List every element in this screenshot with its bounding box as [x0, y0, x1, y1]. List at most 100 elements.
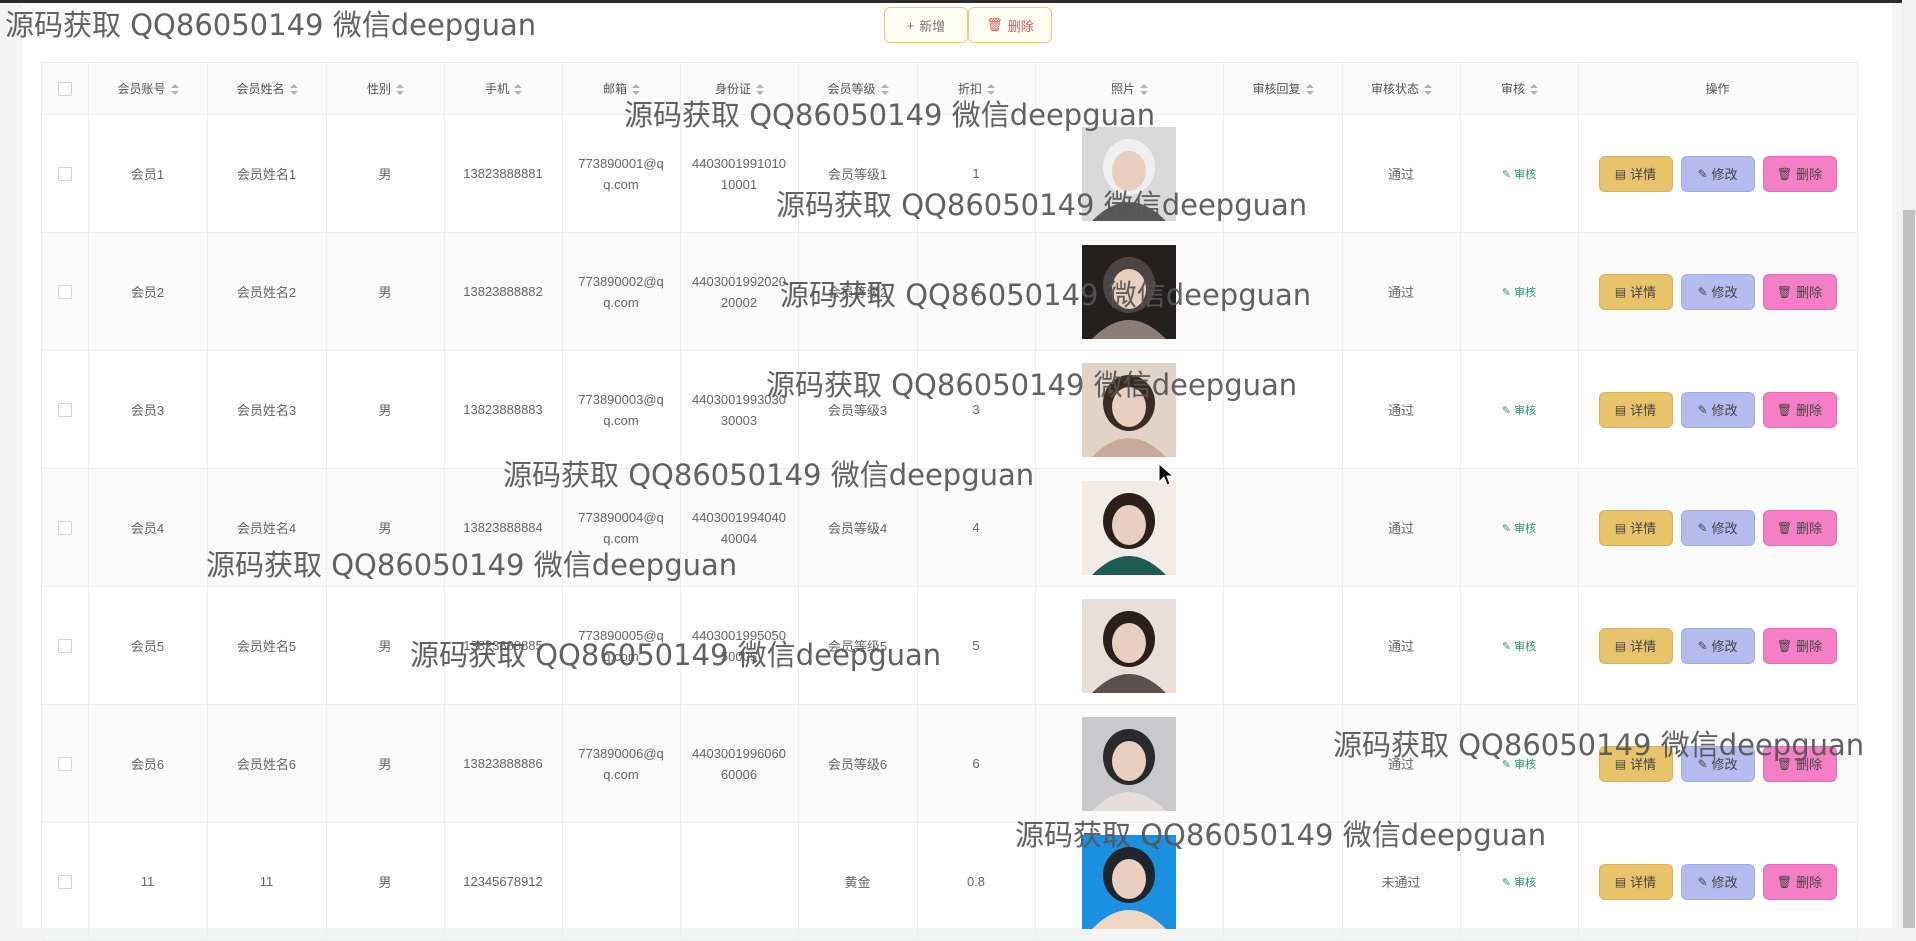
cell-photo: [1035, 350, 1224, 469]
column-header[interactable]: 会员等级: [798, 63, 918, 115]
level-value: 会员等级5: [827, 639, 888, 654]
scrollbar-thumb[interactable]: [1903, 210, 1915, 928]
column-header-label: 性别: [366, 82, 391, 96]
column-header[interactable]: 手机: [444, 63, 563, 115]
sort-caret-icon[interactable]: [1305, 84, 1314, 96]
column-header[interactable]: 会员姓名: [207, 63, 327, 115]
cell-photo: [1035, 822, 1224, 941]
row-checkbox[interactable]: [57, 639, 72, 654]
sort-caret-icon[interactable]: [396, 84, 404, 96]
name-value: 会员姓名5: [236, 639, 297, 654]
column-header-label: 身份证: [714, 82, 751, 96]
edit-button[interactable]: ✎ 修改: [1680, 391, 1755, 428]
delete-button[interactable]: 🗑 删除: [1762, 863, 1837, 900]
delete-button[interactable]: 🗑 删除: [1762, 627, 1837, 664]
sort-caret-icon[interactable]: [632, 84, 640, 96]
member-photo: [1082, 362, 1176, 457]
cell-actions: ▤ 详情 ✎ 修改 🗑 删除: [1578, 822, 1858, 941]
audit-link[interactable]: ✎ 审核: [1502, 641, 1536, 653]
edit-button[interactable]: ✎ 修改: [1680, 863, 1755, 900]
edit-button[interactable]: ✎ 修改: [1680, 155, 1755, 192]
delete-button[interactable]: 🗑 删除: [968, 7, 1052, 43]
cell-discount: 0.8: [917, 822, 1036, 941]
member-photo: [1082, 834, 1176, 929]
column-header[interactable]: 会员账号: [88, 63, 208, 115]
level-value: 黄金: [844, 875, 871, 890]
detail-button[interactable]: ▤ 详情: [1598, 155, 1673, 192]
add-button[interactable]: + 新增: [884, 7, 968, 43]
edit-button[interactable]: ✎ 修改: [1680, 627, 1755, 664]
delete-button-label: 删除: [1796, 403, 1823, 418]
member-photo: [1082, 716, 1176, 811]
cell-actions: ▤ 详情 ✎ 修改 🗑 删除: [1578, 586, 1858, 705]
delete-button[interactable]: 🗑 删除: [1762, 509, 1837, 546]
edit-button[interactable]: ✎ 修改: [1680, 745, 1755, 782]
audit-label: 审核: [1514, 286, 1537, 299]
discount-value: 0.8: [966, 874, 986, 889]
sort-caret-icon[interactable]: [756, 84, 764, 96]
row-checkbox[interactable]: [57, 521, 72, 536]
delete-button[interactable]: 🗑 删除: [1762, 273, 1837, 310]
audit-link[interactable]: ✎ 审核: [1502, 287, 1536, 299]
account-value: 11: [140, 874, 155, 889]
cell-name: 会员姓名5: [207, 586, 327, 705]
member-photo: [1082, 598, 1176, 693]
audit-link[interactable]: ✎ 审核: [1502, 523, 1536, 535]
page-scrollbar[interactable]: [1902, 0, 1916, 928]
column-header[interactable]: 审核: [1460, 63, 1579, 115]
select-all-checkbox[interactable]: [57, 81, 72, 96]
select-all-header[interactable]: [42, 63, 89, 115]
member-photo: [1082, 126, 1176, 221]
sort-caret-icon[interactable]: [289, 84, 298, 96]
row-checkbox[interactable]: [57, 167, 72, 182]
audit-link[interactable]: ✎ 审核: [1502, 877, 1536, 889]
action-buttons: ▤ 详情 ✎ 修改 🗑 删除: [1579, 509, 1857, 546]
delete-button[interactable]: 🗑 删除: [1762, 391, 1837, 428]
detail-button[interactable]: ▤ 详情: [1598, 627, 1673, 664]
detail-button-label: 详情: [1630, 285, 1657, 300]
sort-caret-icon[interactable]: [987, 84, 995, 96]
delete-button[interactable]: 🗑 删除: [1762, 745, 1837, 782]
detail-button[interactable]: ▤ 详情: [1598, 863, 1673, 900]
column-header[interactable]: 身份证: [680, 63, 799, 115]
sort-caret-icon[interactable]: [1530, 84, 1538, 96]
cell-idcard: 440300199303030003: [680, 350, 799, 469]
sort-caret-icon[interactable]: [170, 84, 179, 96]
detail-button[interactable]: ▤ 详情: [1598, 509, 1673, 546]
sort-caret-icon[interactable]: [880, 84, 889, 96]
row-checkbox[interactable]: [57, 285, 72, 300]
cell-photo: [1035, 704, 1224, 823]
column-header[interactable]: 审核回复: [1223, 63, 1343, 115]
column-header[interactable]: 性别: [326, 63, 445, 115]
column-header[interactable]: 邮箱: [562, 63, 681, 115]
sort-caret-icon[interactable]: [1424, 84, 1432, 96]
column-header[interactable]: 照片: [1035, 63, 1224, 115]
edit-button-label: 修改: [1711, 285, 1738, 300]
delete-button-label: 删除: [1796, 285, 1823, 300]
account-value: 会员4: [130, 521, 165, 536]
cell-gender: 男: [326, 704, 445, 823]
cell-name: 会员姓名6: [207, 704, 327, 823]
row-checkbox[interactable]: [57, 875, 72, 890]
column-header[interactable]: 审核状态: [1342, 63, 1461, 115]
detail-button[interactable]: ▤ 详情: [1598, 273, 1673, 310]
audit-link[interactable]: ✎ 审核: [1502, 759, 1536, 771]
row-checkbox[interactable]: [57, 757, 72, 772]
audit-link[interactable]: ✎ 审核: [1502, 405, 1536, 417]
sort-caret-icon[interactable]: [514, 84, 522, 96]
sort-caret-icon[interactable]: [1140, 84, 1148, 96]
delete-button-label: 删除: [1796, 875, 1823, 890]
edit-button[interactable]: ✎ 修改: [1680, 273, 1755, 310]
edit-button[interactable]: ✎ 修改: [1680, 509, 1755, 546]
audit-link[interactable]: ✎ 审核: [1502, 169, 1536, 181]
row-checkbox[interactable]: [57, 403, 72, 418]
column-header[interactable]: 折扣: [917, 63, 1036, 115]
cell-status: 通过: [1342, 586, 1461, 705]
delete-button-label: 删除: [1796, 757, 1823, 772]
delete-button[interactable]: 🗑 删除: [1762, 155, 1837, 192]
detail-button[interactable]: ▤ 详情: [1598, 745, 1673, 782]
phone-value: 13823888881: [463, 166, 543, 181]
row-select-cell: [42, 586, 89, 705]
detail-button[interactable]: ▤ 详情: [1598, 391, 1673, 428]
edit-pen-icon: ✎: [1697, 638, 1708, 653]
